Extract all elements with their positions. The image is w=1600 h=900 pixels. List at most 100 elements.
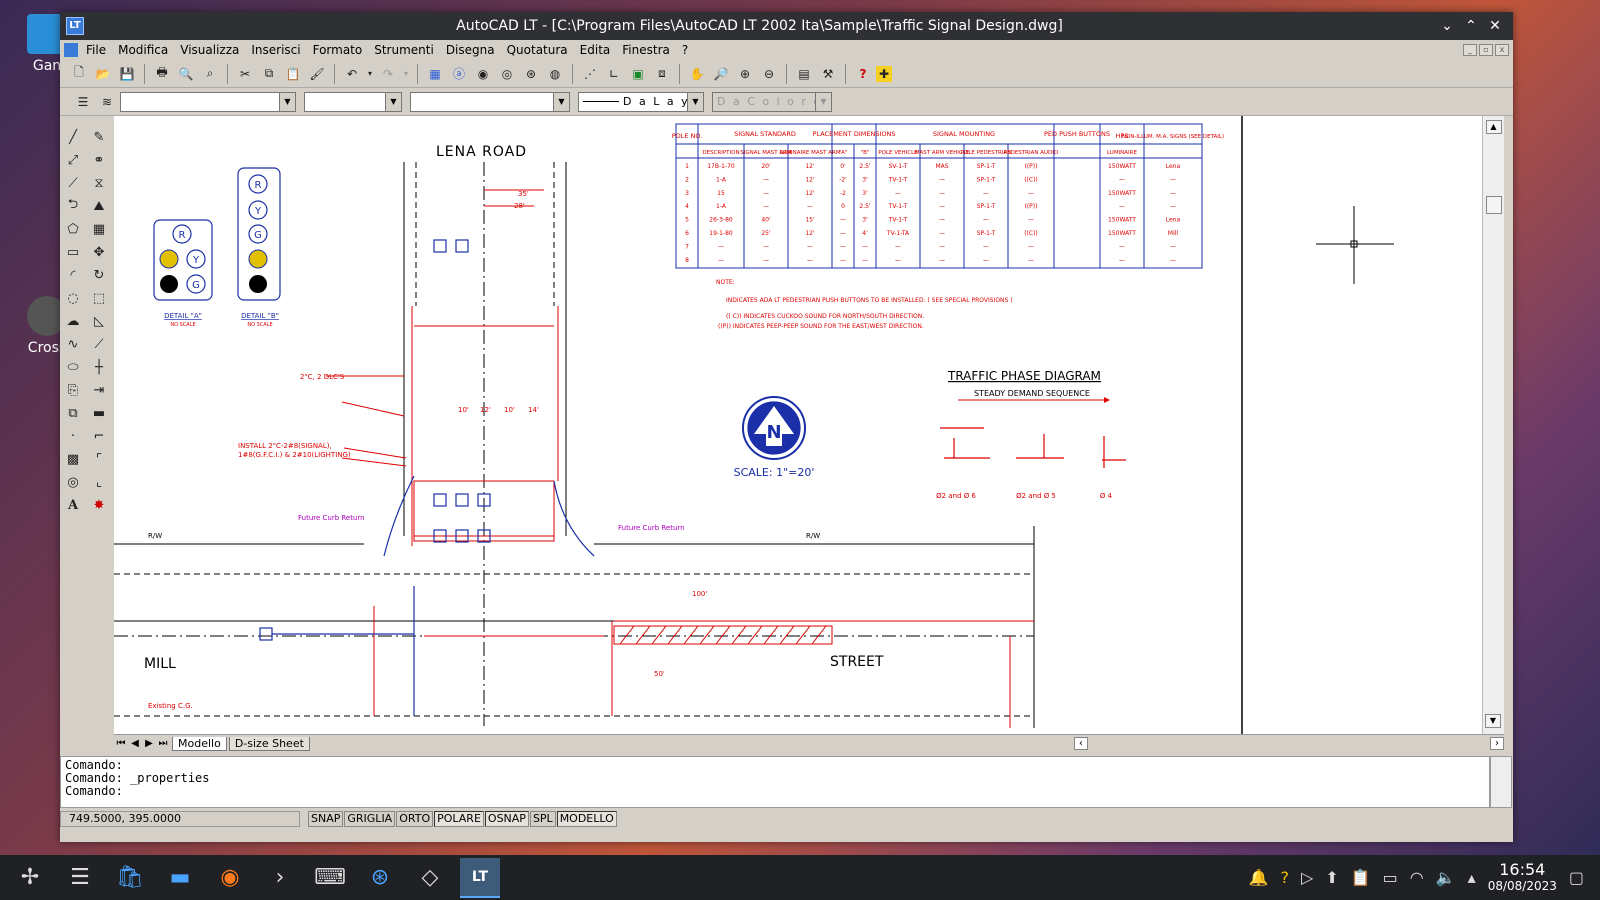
fillet-icon[interactable]: ⌜ [88, 448, 110, 470]
properties-icon[interactable]: ▤ [793, 63, 815, 85]
status-snap-button[interactable]: SNAP [308, 811, 344, 827]
help-tray-icon[interactable]: ? [1281, 868, 1290, 887]
save-icon[interactable]: 💾 [116, 63, 138, 85]
menu-formato[interactable]: Formato [307, 43, 369, 57]
zoom-window-icon[interactable]: ⊕ [734, 63, 756, 85]
title-bar[interactable]: LT AutoCAD LT - [C:\Program Files\AutoCA… [60, 12, 1513, 40]
print-preview-icon[interactable]: 🔍 [175, 63, 197, 85]
line-icon[interactable]: ╱ [62, 126, 84, 148]
assist-icon[interactable]: ✚ [876, 65, 892, 82]
open-icon[interactable]: 📂 [92, 63, 114, 85]
zoom-realtime-icon[interactable]: 🔎 [710, 63, 732, 85]
meet-now-icon[interactable]: ◍ [544, 63, 566, 85]
ellipse-icon[interactable]: ⬭ [62, 356, 84, 378]
circle-icon[interactable]: ◌ [62, 287, 84, 309]
pan-icon[interactable]: ✋ [686, 63, 708, 85]
copy-icon[interactable]: ⧉ [258, 63, 280, 85]
polyline-icon[interactable]: ⟋ [62, 172, 84, 194]
cut-icon[interactable]: ✂ [234, 63, 256, 85]
status-modello-button[interactable]: MODELLO [556, 811, 617, 827]
textstyle-select[interactable]: ▼ [410, 91, 570, 112]
steam-like-icon[interactable]: ⊛ [360, 858, 400, 898]
tray-expand-icon[interactable]: ▴ [1468, 868, 1476, 887]
volume-icon[interactable]: 🔈 [1436, 868, 1456, 887]
crossover-taskbar-icon[interactable]: ◇ [410, 858, 450, 898]
drawing-canvas[interactable]: R Y G R Y G DETAIL "A" NO SCALE DETAIL "… [114, 116, 1482, 734]
menu-inserisci[interactable]: Inserisci [245, 43, 306, 57]
menu-quotatura[interactable]: Quotatura [501, 43, 574, 57]
design-center-icon[interactable]: ▦ [424, 63, 446, 85]
chamfer-icon[interactable]: ⌐ [88, 425, 110, 447]
menu-edita[interactable]: Edita [574, 43, 617, 57]
stretch-icon[interactable]: ◺ [88, 310, 110, 332]
new-icon[interactable]: 🗋 [68, 63, 90, 85]
erase-icon[interactable]: ✎ [88, 126, 110, 148]
status-orto-button[interactable]: ORTO [396, 811, 434, 827]
status-polare-button[interactable]: POLARE [434, 811, 484, 827]
firefox-icon[interactable]: ◉ [210, 858, 250, 898]
clock[interactable]: 16:54 08/08/2023 [1488, 861, 1557, 894]
menu-disegna[interactable]: Disegna [440, 43, 501, 57]
make-block-icon[interactable]: ⧉ [62, 402, 84, 424]
polygon-icon[interactable]: ⬠ [62, 218, 84, 240]
tab-last-icon[interactable]: ⏭ [156, 738, 170, 749]
extend-icon[interactable]: ⇥ [88, 379, 110, 401]
battery-icon[interactable]: ▭ [1383, 868, 1398, 887]
layer-manager-icon[interactable]: ☰ [72, 91, 94, 113]
command-scrollbar[interactable] [1490, 756, 1512, 808]
array-icon[interactable]: ▦ [88, 218, 110, 240]
game-mode-icon[interactable]: ⌨ [310, 858, 350, 898]
menu-finestra[interactable]: Finestra [616, 43, 676, 57]
arc-icon[interactable]: ◜ [62, 264, 84, 286]
match-properties-icon[interactable]: 🖌 [306, 63, 328, 85]
notifications-icon[interactable]: 🔔 [1249, 868, 1269, 887]
construction-line-icon[interactable]: ⤢ [62, 149, 84, 171]
store-icon[interactable]: 🛍 [110, 858, 150, 898]
dimstyle-select[interactable]: ▼ [304, 91, 402, 112]
ucs-icon[interactable]: ∟ [603, 63, 625, 85]
status-osnap-button[interactable]: OSNAP [484, 811, 529, 827]
hscroll-left-icon[interactable]: ‹ [1074, 737, 1088, 750]
document-icon[interactable] [64, 43, 78, 57]
redo-dropdown-icon[interactable]: ▾ [401, 63, 411, 85]
doc-minimize-button[interactable]: _ [1463, 44, 1477, 56]
media-icon[interactable]: ▷ [1301, 868, 1313, 887]
calculator-icon[interactable]: ⚒ [817, 63, 839, 85]
insert-block-icon[interactable]: ⎘ [62, 379, 84, 401]
revcloud-icon[interactable]: ☁ [62, 310, 84, 332]
print-icon[interactable]: 🖶 [151, 63, 173, 85]
status-spl-button[interactable]: SPL [529, 811, 556, 827]
scroll-thumb[interactable] [1485, 196, 1502, 214]
paste-icon[interactable]: 📋 [282, 63, 304, 85]
show-desktop-icon[interactable]: ▢ [1569, 868, 1584, 887]
today-icon[interactable]: ⓐ [448, 63, 470, 85]
command-prompt[interactable]: Comando: [65, 785, 1485, 798]
point-icon[interactable]: · [62, 425, 84, 447]
rectangle-icon[interactable]: ▭ [62, 241, 84, 263]
menu-visualizza[interactable]: Visualizza [174, 43, 245, 57]
undo-dropdown-icon[interactable]: ▾ [365, 63, 375, 85]
region-icon[interactable]: ◎ [62, 471, 84, 493]
tab-prev-icon[interactable]: ◀ [128, 738, 142, 749]
undo-icon[interactable]: ↶ [341, 63, 363, 85]
file-manager-icon[interactable]: ▬ [160, 858, 200, 898]
trim-icon[interactable]: ┼ [88, 356, 110, 378]
mirror-icon[interactable]: ⧖ [88, 172, 110, 194]
multiline-icon[interactable]: ⮌ [62, 195, 84, 217]
scale-icon[interactable]: ⬚ [88, 287, 110, 309]
explode-icon[interactable]: ✸ [88, 494, 110, 516]
text-icon[interactable]: A [62, 494, 84, 516]
tab-first-icon[interactable]: ⏮ [114, 738, 128, 749]
menu-help[interactable]: ? [676, 43, 694, 57]
copy-object-icon[interactable]: ⚭ [88, 149, 110, 171]
linetype-select[interactable]: D a L a y e r▼ [578, 91, 704, 126]
layer-previous-icon[interactable]: ≋ [96, 91, 118, 113]
menu-strumenti[interactable]: Strumenti [368, 43, 440, 57]
minimize-button[interactable]: ⌄ [1435, 18, 1459, 34]
layer-select[interactable]: ▼ [120, 91, 296, 112]
close-button[interactable]: ✕ [1483, 18, 1507, 34]
autocad-taskbar-icon[interactable]: LT [460, 857, 500, 898]
menu-file[interactable]: File [80, 43, 112, 57]
hscroll-right-icon[interactable]: › [1490, 737, 1504, 750]
status-griglia-button[interactable]: GRIGLIA [344, 811, 396, 827]
